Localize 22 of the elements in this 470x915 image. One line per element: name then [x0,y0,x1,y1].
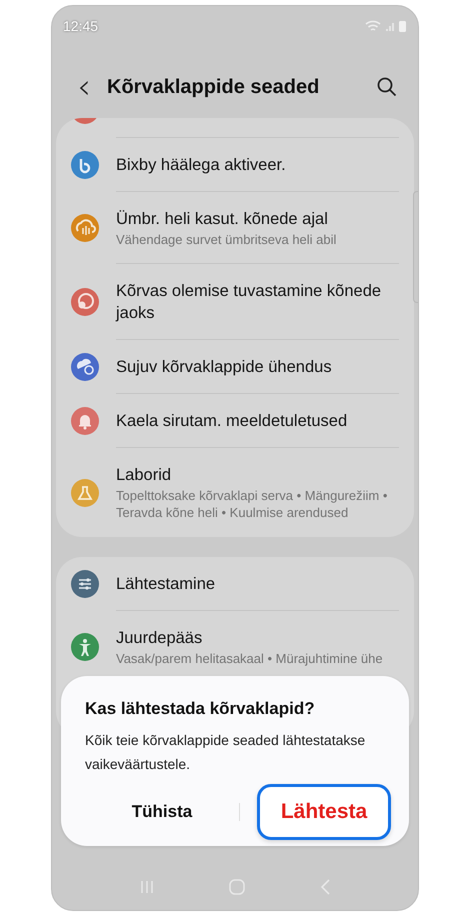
setting-title[interactable]: Bixby häälega aktiveer. [116,154,399,176]
setting-title[interactable]: Sujuv kõrvaklappide ühendus [116,356,399,378]
status-icons [364,19,408,33]
dialog-title: Kas lähtestada kõrvaklapid? [85,698,316,720]
setting-title[interactable]: Laborid [116,464,399,486]
setting-title[interactable]: Kõrvas olemise tuvastamine kõnede jaoks [116,280,399,324]
setting-title[interactable]: Lähtestamine [116,573,399,595]
home-icon[interactable] [228,878,246,896]
setting-subtitle: Topelttoksake kõrvaklapi serva • Mängurežiim • Teravda kõne heli • Kuulmise arendused [116,487,388,521]
back-button[interactable]: ‹ [74,72,94,102]
setting-subtitle: Vähendage survet ümbritseva heli abil [116,231,338,248]
search-icon[interactable] [376,76,398,98]
cancel-button[interactable]: Tühista [85,788,239,836]
setting-subtitle: Vasak/parem helitasakaal • Mürajuhtimine ühe [116,650,384,667]
recent-apps-icon[interactable] [138,879,155,895]
back-icon[interactable] [319,878,332,896]
reset-button[interactable]: Lähtesta [257,784,391,840]
setting-title[interactable]: Ümbr. heli kasut. kõnede ajal [116,208,399,230]
page-title: Kõrvaklappide seaded [107,76,320,98]
dialog-message: Kõik teie kõrvaklappide seaded lähtestatakse vaikeväärtustele. [85,731,366,774]
setting-title[interactable]: Juurdepääs [116,627,399,649]
setting-title[interactable]: Kaela sirutam. meeldetuletused [116,410,399,432]
